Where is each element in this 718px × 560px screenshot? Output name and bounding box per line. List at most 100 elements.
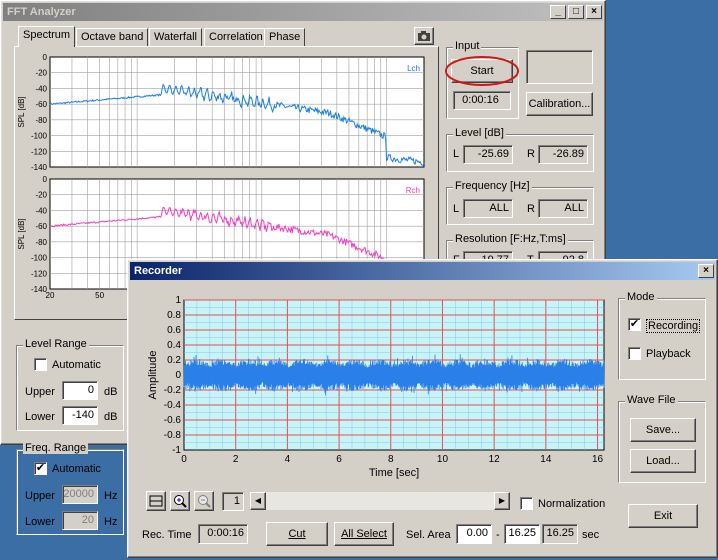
load-button[interactable]: Load... <box>630 449 696 473</box>
spectrum-channel-label: Rch <box>406 186 420 195</box>
spectrum-y-tick: -20 <box>35 191 47 200</box>
waveform-x-tick: 12 <box>489 454 501 465</box>
recording-checkbox[interactable]: ✔ <box>628 318 641 331</box>
fit-icon <box>149 495 163 507</box>
level-lower-label: Lower <box>25 411 55 423</box>
normalization-checkbox[interactable] <box>520 497 533 510</box>
scroll-right-button[interactable]: ▶ <box>494 492 510 510</box>
close-button[interactable]: × <box>586 5 602 19</box>
recorder-title: Recorder <box>134 265 183 277</box>
spectrum-channel-label: Lch <box>407 64 420 73</box>
spectrum-x-tick: 50 <box>95 291 104 300</box>
spectrum-y-tick: -40 <box>35 84 47 93</box>
calibration-button[interactable]: Calibration... <box>526 92 593 116</box>
freq-auto-checkbox[interactable]: ✔ <box>34 462 47 475</box>
level-lower-unit: dB <box>104 411 118 423</box>
spectrum-plot-area <box>49 56 425 168</box>
tab-spectrum[interactable]: Spectrum <box>18 26 76 47</box>
level-l-label: L <box>453 148 460 160</box>
cut-label: Cut <box>288 528 306 540</box>
sel-area-label: Sel. Area <box>406 529 451 541</box>
freq-r-value: ALL <box>538 199 588 218</box>
start-highlight-ellipse <box>445 56 519 86</box>
mode-label: Mode <box>625 291 657 303</box>
page-number: 1 <box>222 492 244 511</box>
waveform-chart: 10.80.60.40.20-0.2-0.4-0.6-0.8-10 2 4 6 8 10 1… <box>147 295 605 479</box>
tab-phase[interactable]: Phase <box>264 28 306 47</box>
level-lower-input[interactable]: -140 <box>62 406 98 425</box>
fit-view-button[interactable] <box>146 491 166 511</box>
waveform-x-tick: 6 <box>336 454 342 465</box>
resolution-label: Resolution [F:Hz,T:ms] <box>453 233 568 245</box>
exit-button[interactable]: Exit <box>628 504 698 528</box>
mode-group: Mode <box>618 291 706 380</box>
all-select-button[interactable]: All Select <box>334 522 394 546</box>
freq-lower-input[interactable]: 20 <box>62 511 98 530</box>
freq-r-label: R <box>527 203 535 215</box>
waveform-y-label: Amplitude <box>147 351 159 400</box>
maximize-button[interactable]: □ <box>568 5 584 19</box>
waveform-x-tick: 0 <box>181 454 187 465</box>
spectrum-y-tick: -60 <box>35 222 47 231</box>
freq-range-label: Freq. Range <box>23 442 89 454</box>
waveform-x-tick: 4 <box>285 454 291 465</box>
rec-time-value: 0:00:16 <box>198 524 248 544</box>
camera-icon <box>418 31 430 41</box>
sel-unit-label: sec <box>582 529 600 541</box>
spectrum-y-tick: 0 <box>43 53 48 62</box>
level-auto-label: Automatic <box>52 359 101 371</box>
zoom-out-icon <box>198 495 211 508</box>
waveform-y-tick: -1 <box>172 445 181 456</box>
fft-title: FFT Analyzer <box>7 6 76 18</box>
spectrum-y-tick: -40 <box>35 206 47 215</box>
spectrum-y-label: SPL [dB] <box>17 218 26 249</box>
sel-end-input[interactable]: 16.25 <box>504 524 540 544</box>
playback-checkbox[interactable] <box>628 347 641 360</box>
zoom-out-button[interactable] <box>194 491 214 511</box>
spectrum-y-tick: -60 <box>35 100 47 109</box>
scroll-track[interactable] <box>266 492 494 510</box>
spectrum-y-tick: -100 <box>31 132 48 141</box>
level-upper-input[interactable]: 0 <box>62 381 98 400</box>
level-auto-checkbox[interactable] <box>34 358 47 371</box>
level-upper-label: Upper <box>25 386 55 398</box>
waveform-x-tick: 14 <box>540 454 552 465</box>
recording-label: Recording <box>646 319 701 333</box>
spectrum-y-tick: -80 <box>35 238 47 247</box>
tab-octave-band[interactable]: Octave band <box>76 28 149 47</box>
zoom-in-icon <box>174 495 187 508</box>
waveform-y-tick: 0 <box>175 370 181 381</box>
level-r-label: R <box>527 148 535 160</box>
level-label: Level [dB] <box>453 127 506 139</box>
recorder-title-bar[interactable]: Recorder × <box>130 262 715 280</box>
zoom-in-button[interactable] <box>170 491 190 511</box>
tab-waterfall[interactable]: Waterfall <box>149 28 202 47</box>
freq-upper-unit: Hz <box>104 490 118 502</box>
minimize-button[interactable]: _ <box>550 5 566 19</box>
level-r-value: -26.89 <box>538 145 588 164</box>
fft-title-bar[interactable]: FFT Analyzer _ □ × <box>3 3 603 21</box>
sel-dash: - <box>496 529 500 541</box>
waveform-x-label: Time [sec] <box>369 467 419 479</box>
spectrum-y-tick: -100 <box>31 254 48 263</box>
spectrum-top-chart: 0 -20 -40 -60 -80 -100 -120 -140 SPL [dB] Lch <box>17 53 425 172</box>
level-range-label: Level Range <box>23 338 89 350</box>
freq-upper-label: Upper <box>25 490 55 502</box>
spectrum-y-label: SPL [dB] <box>17 96 26 127</box>
waveform-y-tick: 0.6 <box>167 325 181 336</box>
waveform-y-tick: -0.8 <box>164 430 182 441</box>
level-upper-unit: dB <box>104 386 118 398</box>
input-label: Input <box>453 40 482 52</box>
tab-correlation[interactable]: Correlation <box>204 28 268 47</box>
sel-length-value: 16.25 <box>542 524 578 544</box>
cut-button[interactable]: Cut <box>266 522 328 546</box>
spectrum-y-tick: -20 <box>35 69 47 78</box>
freq-l-label: L <box>453 203 460 215</box>
camera-button[interactable] <box>414 27 434 45</box>
scroll-left-button[interactable]: ◀ <box>250 492 266 510</box>
elapsed-time: 0:00:16 <box>453 91 511 110</box>
recorder-close-button[interactable]: × <box>698 264 714 278</box>
freq-upper-input[interactable]: 20000 <box>62 485 98 504</box>
save-button[interactable]: Save... <box>630 418 696 442</box>
sel-start-input[interactable]: 0.00 <box>456 524 492 544</box>
